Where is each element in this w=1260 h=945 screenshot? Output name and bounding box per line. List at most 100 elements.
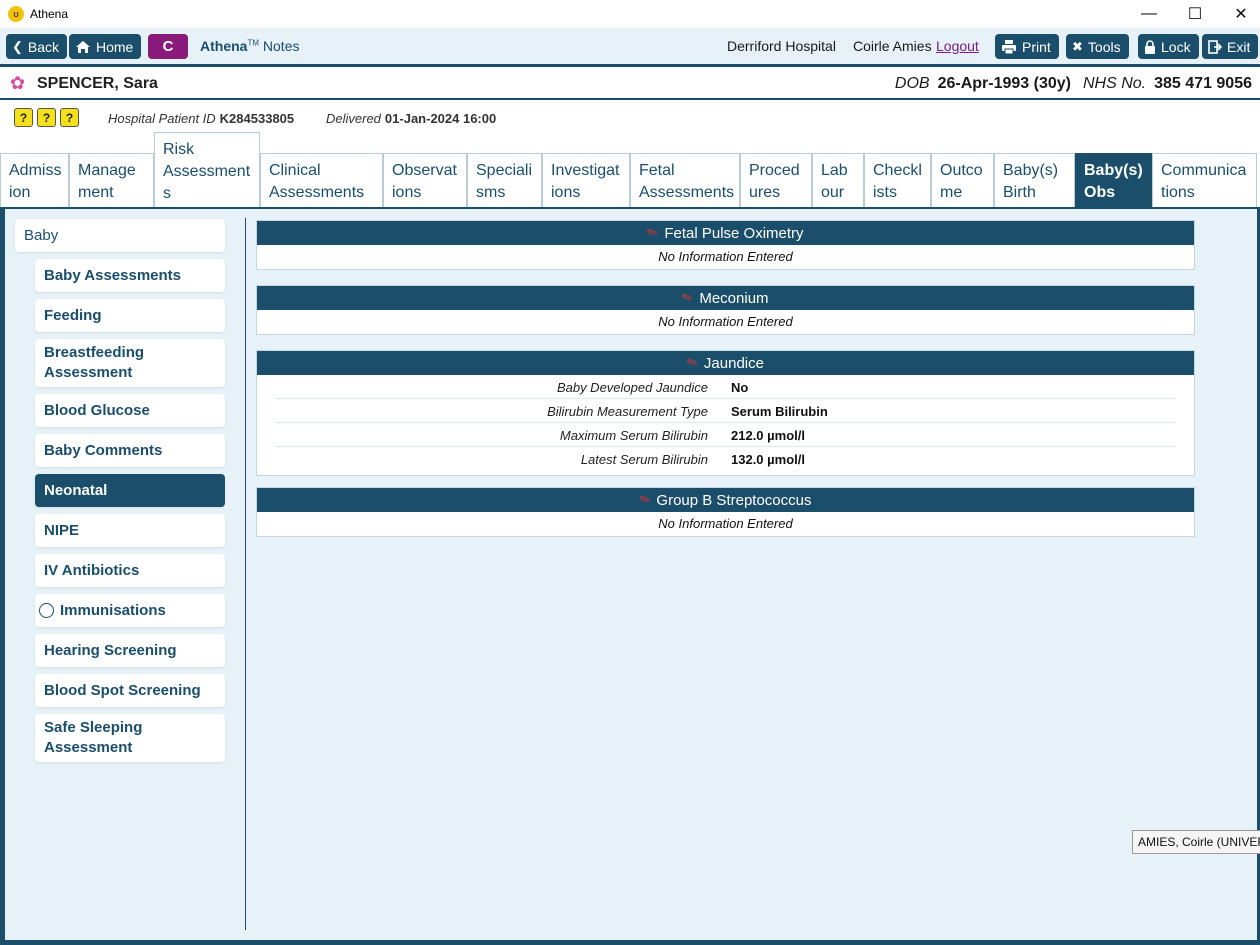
field-row: Baby Developed Jaundice No [275,375,1176,399]
window-title: Athena [30,7,69,21]
field-label: Latest Serum Bilirubin [580,452,708,467]
tab-labour[interactable]: Lab our [812,153,864,208]
sidebar-item-blood-glucose[interactable]: Blood Glucose [35,394,225,427]
tab-procedures[interactable]: Proced ures [740,153,812,208]
patient-identifiers: DOB 26-Apr-1993 (30y) NHS No. 385 471 9056 [895,75,1252,93]
dob-value: 26-Apr-1993 (30y) [937,75,1071,92]
tools-button[interactable]: ✖ Tools [1066,34,1129,59]
main-tabs: Admiss ion Manage ment Risk Assessment s Cli… [0,132,1260,208]
lock-icon [1144,39,1156,54]
main-toolbar: ❮ Back Home C AthenaTM Notes Derriford H… [0,28,1260,65]
tab-specialisms[interactable]: Speciali sms [467,153,542,208]
field-label: Maximum Serum Bilirubin [559,428,708,443]
user-name: Coirle Amies [853,38,932,54]
field-row: Latest Serum Bilirubin 132.0 µmol/l [275,447,1176,471]
edit-pen-icon[interactable]: ✎ [680,288,697,307]
field-row: Maximum Serum Bilirubin 212.0 µmol/l [275,423,1176,447]
tab-clinical-assessments[interactable]: Clinical Assessments [260,153,383,208]
panel-header[interactable]: ✎ Fetal Pulse Oximetry [257,221,1194,245]
group-b-streptococcus-panel: ✎ Group B Streptococcus No Information En… [256,487,1195,537]
app-module: Notes [262,38,300,54]
printer-icon [1001,39,1017,54]
exit-icon [1208,39,1222,54]
sidebar-item-baby-comments[interactable]: Baby Comments [35,434,225,467]
tab-babys-obs[interactable]: Baby(s) Obs [1075,153,1152,208]
alert-question-icon[interactable]: ? [60,108,79,127]
female-flower-icon: ✿ [10,73,26,93]
delivered-value: 01-Jan-2024 16:00 [384,111,497,126]
home-label: Home [96,38,134,55]
edit-pen-icon[interactable]: ✎ [637,490,654,509]
lock-button[interactable]: Lock [1138,34,1199,59]
app-brand: Athena [200,38,248,54]
app-name: AthenaTM Notes [200,38,299,54]
edit-pen-icon[interactable]: ✎ [645,223,662,242]
field-value: 212.0 µmol/l [731,428,805,443]
sidebar-divider [245,218,246,930]
tools-label: Tools [1087,38,1121,55]
tab-outcome[interactable]: Outco me [931,153,994,208]
hospital-id-value: K284533805 [219,111,295,126]
athena-logo-icon: ʊ [8,6,24,22]
panel-header[interactable]: ✎ Meconium [257,286,1194,310]
hospital-patient-id: Hospital Patient ID K284533805 [108,111,294,126]
jaundice-panel: ✎ Jaundice Baby Developed Jaundice No Bili… [256,350,1195,476]
c-button[interactable]: C [148,34,188,59]
field-label: Bilirubin Measurement Type [547,404,708,419]
minimize-icon[interactable]: — [1126,0,1172,28]
home-icon [75,40,91,54]
tab-risk-assessments[interactable]: Risk Assessment s [154,132,260,208]
sidebar-item-iv-antibiotics[interactable]: IV Antibiotics [35,554,225,587]
alert-question-icon[interactable]: ? [37,108,56,127]
sidebar-item-nipe[interactable]: NIPE [35,514,225,547]
no-information-text: No Information Entered [658,314,793,329]
patient-banner: ✿ SPENCER, Sara DOB 26-Apr-1993 (30y) NHS … [0,67,1260,100]
panel-header[interactable]: ✎ Jaundice [257,351,1194,375]
field-value: Serum Bilirubin [731,404,828,419]
sidebar-item-baby[interactable]: Baby [15,219,225,252]
sidebar-item-breastfeeding-assessment[interactable]: Breastfeeding Assessment [35,339,225,387]
frame-left [0,209,5,945]
sidebar-item-feeding[interactable]: Feeding [35,299,225,332]
field-row: Bilirubin Measurement Type Serum Bilirubi… [275,399,1176,423]
sidebar-item-safe-sleeping-assessment[interactable]: Safe Sleeping Assessment [35,714,225,762]
back-button[interactable]: ❮ Back [6,34,68,59]
logout-link[interactable]: Logout [936,38,979,54]
window-titlebar: ʊ Athena — ☐ ✕ [0,0,1260,28]
sidebar-item-hearing-screening[interactable]: Hearing Screening [35,634,225,667]
nhs-label: NHS No. [1083,75,1147,92]
print-label: Print [1022,38,1051,55]
tab-investigations[interactable]: Investigat ions [542,153,630,208]
sidebar-item-blood-spot-screening[interactable]: Blood Spot Screening [35,674,225,707]
sidebar-item-baby-assessments[interactable]: Baby Assessments [35,259,225,292]
close-icon[interactable]: ✕ [1218,0,1260,28]
sidebar-item-immunisations[interactable]: Immunisations [35,594,225,627]
tab-communications[interactable]: Communica tions [1152,153,1257,208]
edit-pen-icon[interactable]: ✎ [684,353,701,372]
trademark-mark: TM [247,38,260,48]
exit-button[interactable]: Exit [1202,34,1259,59]
maximize-icon[interactable]: ☐ [1172,0,1218,28]
field-value: 132.0 µmol/l [731,452,805,467]
tab-checklists[interactable]: Checkl ists [864,153,931,208]
tools-icon: ✖ [1072,38,1083,54]
panel-header[interactable]: ✎ Group B Streptococcus [257,488,1194,512]
tab-babys-birth[interactable]: Baby(s) Birth [994,153,1075,208]
tab-admission[interactable]: Admiss ion [0,153,69,208]
field-value: No [731,380,749,395]
hospital-id-label: Hospital Patient ID [108,111,216,126]
hospital-name: Derriford Hospital [727,38,836,54]
no-information-text: No Information Entered [658,249,793,264]
sidebar-item-neonatal[interactable]: Neonatal [35,474,225,507]
home-button[interactable]: Home [69,34,142,59]
tab-observations[interactable]: Observat ions [383,153,467,208]
delivered-info: Delivered 01-Jan-2024 16:00 [326,111,496,126]
tab-fetal-assessments[interactable]: Fetal Assessments [630,153,740,208]
field-label: Baby Developed Jaundice [556,380,708,395]
tab-management[interactable]: Manage ment [69,153,154,208]
alert-icons: ? ? ? [14,108,79,127]
print-button[interactable]: Print [995,34,1059,59]
no-information-text: No Information Entered [658,516,793,531]
fetal-pulse-oximetry-panel: ✎ Fetal Pulse Oximetry No Information Ent… [256,220,1195,270]
alert-list-icon[interactable]: ? [14,108,33,127]
